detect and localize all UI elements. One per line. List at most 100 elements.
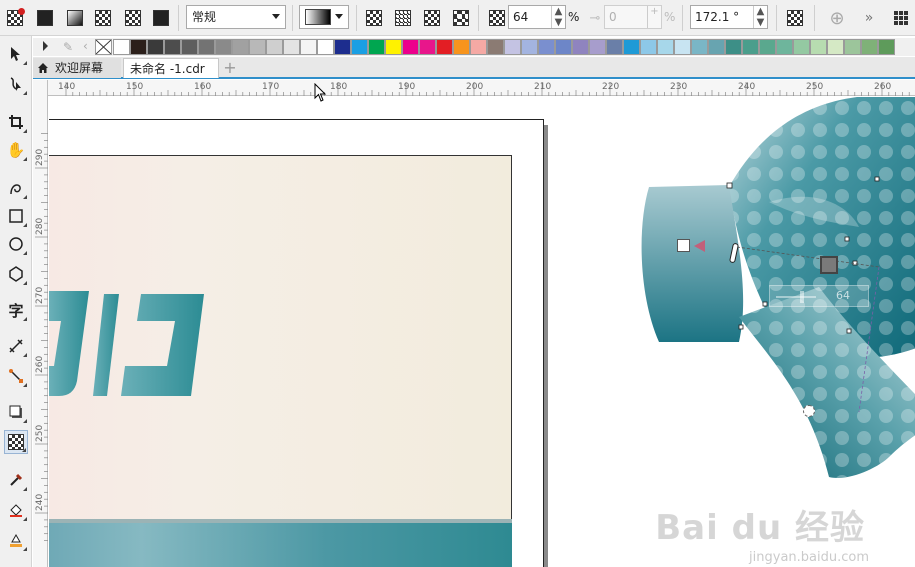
color-swatch[interactable] xyxy=(266,39,283,55)
color-swatch[interactable] xyxy=(640,39,657,55)
fill-picker-dropdown[interactable] xyxy=(299,5,349,29)
polygon-tool-icon[interactable] xyxy=(4,262,28,286)
pattern-option-icon[interactable] xyxy=(392,7,414,29)
color-swatch[interactable] xyxy=(283,39,300,55)
tab-document[interactable]: 未命名 -1.cdr xyxy=(123,58,219,78)
add-tab-button[interactable]: + xyxy=(221,59,239,77)
pick-tool-icon[interactable] xyxy=(4,42,28,66)
color-swatch[interactable] xyxy=(674,39,691,55)
color-swatch[interactable] xyxy=(810,39,827,55)
color-swatch[interactable] xyxy=(606,39,623,55)
merge-mode-dropdown[interactable]: 常规 xyxy=(186,5,286,29)
rotation-handle[interactable] xyxy=(803,405,815,417)
rectangle-tool-icon[interactable] xyxy=(4,204,28,228)
vertical-ruler[interactable]: 290 280 270 260 250 240 xyxy=(33,80,48,567)
color-swatch[interactable] xyxy=(215,39,232,55)
color-swatch[interactable] xyxy=(878,39,895,55)
crop-tool-icon[interactable] xyxy=(4,110,28,134)
color-swatch[interactable] xyxy=(742,39,759,55)
color-swatch[interactable] xyxy=(470,39,487,55)
uniform-transparency-icon[interactable] xyxy=(34,7,56,29)
pattern-option-icon[interactable] xyxy=(363,7,385,29)
drawing-canvas[interactable]: 64 Bai du 经验 jingyan.baidu.com xyxy=(49,97,915,567)
pattern-option-icon[interactable] xyxy=(421,7,443,29)
color-swatch[interactable] xyxy=(147,39,164,55)
color-swatch[interactable] xyxy=(623,39,640,55)
add-icon[interactable]: ⊕ xyxy=(826,7,848,29)
color-swatch[interactable] xyxy=(351,39,368,55)
pattern-option-icon[interactable] xyxy=(450,7,472,29)
shape-tool-icon[interactable] xyxy=(4,72,28,96)
tab-welcome[interactable]: 欢迎屏幕 xyxy=(33,58,121,78)
color-swatch[interactable] xyxy=(725,39,742,55)
palette-scroll-arrow-icon[interactable] xyxy=(43,41,48,51)
color-swatch[interactable] xyxy=(487,39,504,55)
fountain-transparency-icon[interactable] xyxy=(64,7,86,29)
color-swatch[interactable] xyxy=(385,39,402,55)
no-color-swatch[interactable] xyxy=(95,39,112,55)
color-swatch[interactable] xyxy=(181,39,198,55)
color-swatch[interactable] xyxy=(504,39,521,55)
horizontal-ruler[interactable]: 140 150 160 170 180 190 200 210 220 230 240 250 260 xyxy=(48,80,915,96)
color-swatch[interactable] xyxy=(691,39,708,55)
color-swatch[interactable] xyxy=(861,39,878,55)
transparency-tool-icon[interactable] xyxy=(4,430,28,454)
dimension-tool-icon[interactable] xyxy=(4,334,28,358)
color-swatch[interactable] xyxy=(130,39,147,55)
gradient-end-handle[interactable] xyxy=(820,256,838,274)
bitmap-pattern-transparency-icon[interactable] xyxy=(122,7,144,29)
eyedropper-icon[interactable]: ✎ xyxy=(63,40,73,54)
chevron-left-icon[interactable]: ‹ xyxy=(83,39,88,53)
color-swatch[interactable] xyxy=(334,39,351,55)
freeze-transparency-icon[interactable] xyxy=(784,7,806,29)
smart-fill-tool-icon[interactable] xyxy=(4,528,28,552)
color-swatch[interactable] xyxy=(232,39,249,55)
gradient-start-handle[interactable] xyxy=(677,239,690,252)
color-swatch[interactable] xyxy=(844,39,861,55)
interactive-fill-tool-icon[interactable] xyxy=(4,498,28,522)
ellipse-tool-icon[interactable] xyxy=(4,232,28,256)
overflow-icon[interactable]: » xyxy=(858,7,880,29)
pan-tool-icon[interactable]: ✋ xyxy=(4,138,28,162)
color-swatch[interactable] xyxy=(113,39,130,55)
slider-thumb[interactable] xyxy=(800,291,804,303)
text-tool-icon[interactable]: 字 xyxy=(4,298,28,322)
color-swatch[interactable] xyxy=(249,39,266,55)
texture-transparency-icon[interactable] xyxy=(150,7,172,29)
color-swatch[interactable] xyxy=(827,39,844,55)
eyedropper-tool-icon[interactable] xyxy=(4,468,28,492)
color-swatch[interactable] xyxy=(776,39,793,55)
drop-shadow-tool-icon[interactable] xyxy=(4,400,28,424)
color-swatch[interactable] xyxy=(164,39,181,55)
color-swatch[interactable] xyxy=(402,39,419,55)
color-swatch[interactable] xyxy=(589,39,606,55)
color-swatch[interactable] xyxy=(555,39,572,55)
spinner[interactable]: ▲ ▼ xyxy=(753,6,767,28)
color-swatch[interactable] xyxy=(793,39,810,55)
color-swatch[interactable] xyxy=(300,39,317,55)
color-swatch[interactable] xyxy=(572,39,589,55)
color-swatch[interactable] xyxy=(317,39,334,55)
no-transparency-icon[interactable] xyxy=(4,7,26,29)
color-swatch[interactable] xyxy=(657,39,674,55)
grid-icon[interactable] xyxy=(890,7,912,29)
design-panel[interactable] xyxy=(49,155,512,567)
ruler-label: 180 xyxy=(330,82,347,92)
color-swatch[interactable] xyxy=(453,39,470,55)
transparency-slider[interactable]: 64 xyxy=(769,285,869,307)
midpoint-input[interactable]: 0 + xyxy=(604,5,662,29)
transparency-input[interactable]: 64 ▲ ▼ xyxy=(508,5,566,29)
color-swatch[interactable] xyxy=(368,39,385,55)
color-swatch[interactable] xyxy=(436,39,453,55)
color-swatch[interactable] xyxy=(759,39,776,55)
vector-pattern-transparency-icon[interactable] xyxy=(92,7,114,29)
color-swatch[interactable] xyxy=(538,39,555,55)
color-swatch[interactable] xyxy=(419,39,436,55)
curve-tool-icon[interactable] xyxy=(4,176,28,200)
color-swatch[interactable] xyxy=(198,39,215,55)
spinner[interactable]: ▲ ▼ xyxy=(551,6,565,28)
angle-input[interactable]: 172.1 ° ▲ ▼ xyxy=(690,5,768,29)
connector-tool-icon[interactable] xyxy=(4,364,28,388)
color-swatch[interactable] xyxy=(521,39,538,55)
color-swatch[interactable] xyxy=(708,39,725,55)
